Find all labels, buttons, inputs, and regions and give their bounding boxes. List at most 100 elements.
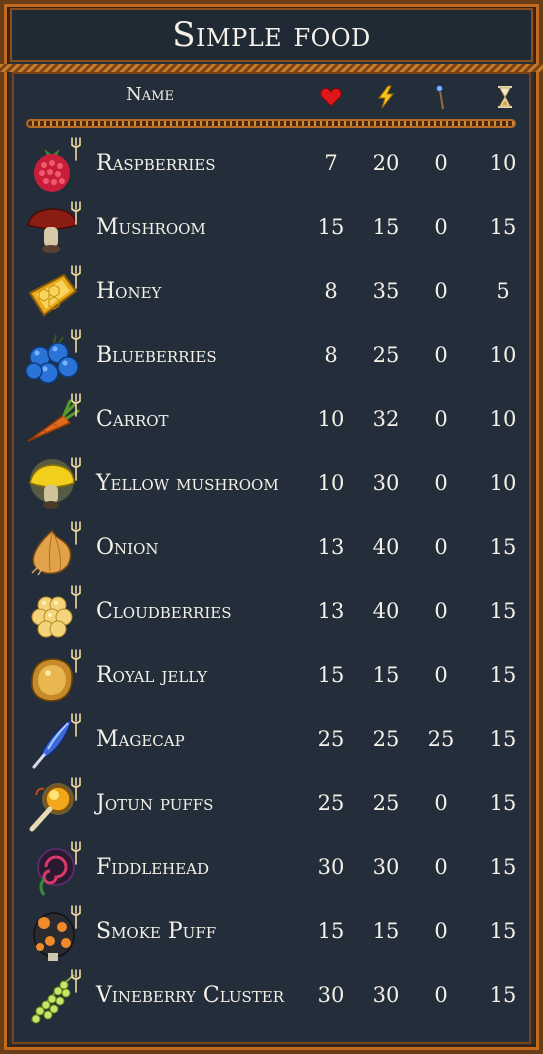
stamina-value: 30 [372, 855, 400, 879]
fork-icon [70, 457, 82, 481]
fork-icon [70, 905, 82, 929]
fork-icon [70, 649, 82, 673]
food-name: Mushroom [96, 215, 206, 240]
header-divider [26, 119, 516, 128]
duration-value: 15 [489, 919, 517, 943]
stamina-value: 25 [372, 343, 400, 367]
fork-icon [70, 137, 82, 161]
eitr-value: 0 [434, 983, 448, 1007]
eitr-value: 0 [434, 151, 448, 175]
stamina-value: 15 [372, 919, 400, 943]
health-value: 30 [317, 855, 345, 879]
eitr-value: 0 [434, 791, 448, 815]
health-value: 8 [324, 343, 338, 367]
food-row[interactable]: Jotun puffs 25 25 0 15 [12, 775, 531, 839]
stamina-value: 20 [372, 151, 400, 175]
food-name: Jotun puffs [96, 791, 214, 816]
duration-value: 10 [489, 343, 517, 367]
duration-value: 15 [489, 599, 517, 623]
stamina-value: 25 [372, 727, 400, 751]
health-value: 15 [317, 663, 345, 687]
eitr-value: 0 [434, 919, 448, 943]
health-value: 13 [317, 599, 345, 623]
food-row[interactable]: Royal jelly 15 15 0 15 [12, 647, 531, 711]
duration-value: 10 [489, 151, 517, 175]
fork-icon [70, 201, 82, 225]
stamina-value: 30 [372, 983, 400, 1007]
food-row[interactable]: Carrot 10 32 0 10 [12, 391, 531, 455]
food-name: Blueberries [96, 343, 217, 368]
health-value: 15 [317, 215, 345, 239]
duration-value: 15 [489, 983, 517, 1007]
health-value: 25 [317, 727, 345, 751]
food-row[interactable]: Honey 8 35 0 5 [12, 263, 531, 327]
stamina-value: 30 [372, 471, 400, 495]
food-name: Magecap [96, 727, 185, 752]
food-name: Yellow mushroom [96, 471, 279, 496]
food-name: Fiddlehead [96, 855, 210, 880]
eitr-value: 0 [434, 663, 448, 687]
food-row[interactable]: Yellow mushroom 10 30 0 10 [12, 455, 531, 519]
table-header: Name [12, 78, 531, 116]
fork-icon [70, 329, 82, 353]
title-divider [0, 64, 543, 72]
stamina-value: 25 [372, 791, 400, 815]
food-row[interactable]: Blueberries 8 25 0 10 [12, 327, 531, 391]
eitr-value: 0 [434, 407, 448, 431]
fork-icon [70, 265, 82, 289]
fork-icon [70, 777, 82, 801]
stamina-value: 40 [372, 535, 400, 559]
fork-icon [70, 393, 82, 417]
eitr-value: 0 [434, 471, 448, 495]
fork-icon [70, 585, 82, 609]
heart-icon [316, 84, 346, 110]
food-name: Royal jelly [96, 663, 208, 688]
magic-staff-icon [426, 84, 456, 110]
food-row[interactable]: Cloudberries 13 40 0 15 [12, 583, 531, 647]
food-name: Onion [96, 535, 159, 560]
duration-value: 15 [489, 215, 517, 239]
fork-icon [70, 521, 82, 545]
food-row[interactable]: Onion 13 40 0 15 [12, 519, 531, 583]
fork-icon [70, 841, 82, 865]
lightning-icon [371, 84, 401, 110]
food-row[interactable]: Magecap 25 25 25 15 [12, 711, 531, 775]
duration-value: 15 [489, 727, 517, 751]
food-name: Carrot [96, 407, 169, 432]
food-row[interactable]: Vineberry Cluster 30 30 0 15 [12, 967, 531, 1031]
stamina-value: 15 [372, 663, 400, 687]
duration-value: 5 [496, 279, 510, 303]
duration-value: 15 [489, 535, 517, 559]
health-value: 7 [324, 151, 338, 175]
food-row[interactable]: Smoke Puff 15 15 0 15 [12, 903, 531, 967]
stamina-value: 40 [372, 599, 400, 623]
eitr-value: 0 [434, 599, 448, 623]
food-row[interactable]: Fiddlehead 30 30 0 15 [12, 839, 531, 903]
stamina-value: 32 [372, 407, 400, 431]
food-row[interactable]: Raspberries 7 20 0 10 [12, 135, 531, 199]
food-name: Cloudberries [96, 599, 232, 624]
health-value: 10 [317, 407, 345, 431]
health-value: 25 [317, 791, 345, 815]
health-value: 30 [317, 983, 345, 1007]
duration-value: 15 [489, 663, 517, 687]
page-title: Simple food [172, 15, 371, 55]
health-value: 8 [324, 279, 338, 303]
food-name: Raspberries [96, 151, 216, 176]
eitr-value: 0 [434, 343, 448, 367]
title-bar: Simple food [10, 8, 533, 62]
stamina-value: 15 [372, 215, 400, 239]
duration-value: 15 [489, 855, 517, 879]
eitr-value: 0 [434, 279, 448, 303]
eitr-value: 0 [434, 535, 448, 559]
food-row[interactable]: Mushroom 15 15 0 15 [12, 199, 531, 263]
health-value: 15 [317, 919, 345, 943]
fork-icon [70, 713, 82, 737]
fork-icon [70, 969, 82, 993]
duration-value: 10 [489, 471, 517, 495]
duration-value: 15 [489, 791, 517, 815]
stamina-value: 35 [372, 279, 400, 303]
eitr-value: 25 [427, 727, 455, 751]
food-name: Honey [96, 279, 162, 304]
food-name: Vineberry Cluster [96, 983, 285, 1008]
